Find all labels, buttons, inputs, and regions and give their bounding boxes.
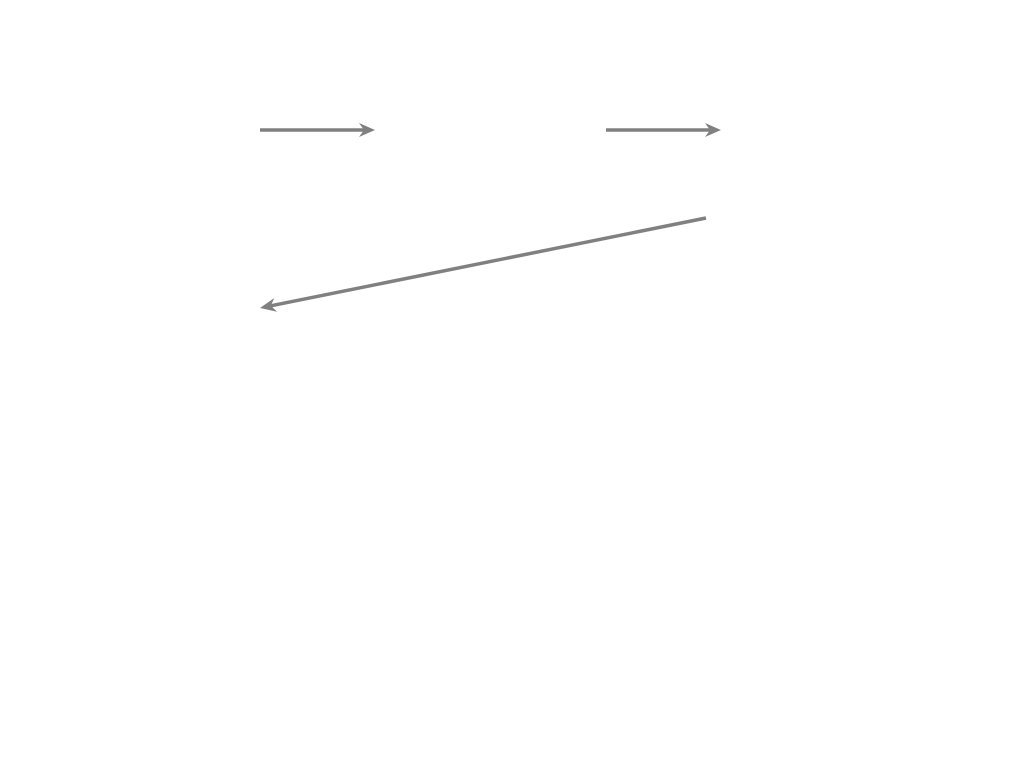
arrow-top-left: [260, 123, 375, 137]
arrow-group: [260, 123, 721, 312]
arrow-diagonal-return: [260, 216, 707, 312]
arrow-top-right: [606, 123, 721, 137]
arrow-diagonal-return-shaft: [270, 216, 707, 308]
diagram-canvas: [260, 123, 721, 312]
